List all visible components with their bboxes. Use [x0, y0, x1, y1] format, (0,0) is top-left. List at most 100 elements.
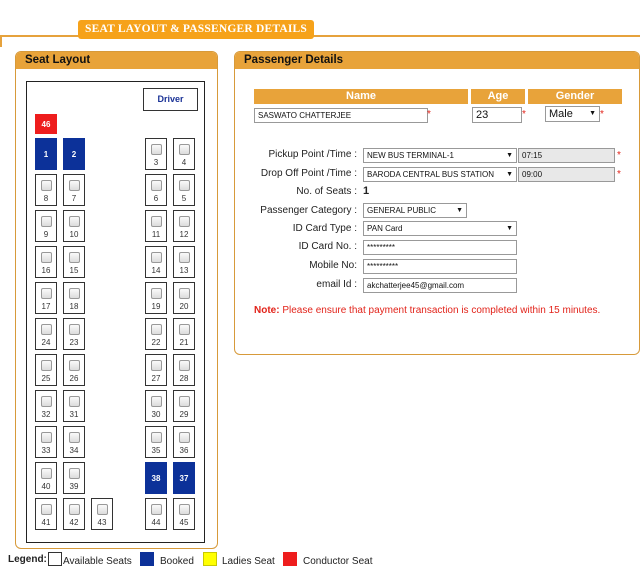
dropoff-point-value: BARODA CENTRAL BUS STATION [367, 170, 494, 179]
seat-32[interactable]: 32 [35, 390, 57, 422]
seat-checkbox[interactable] [40, 396, 52, 407]
seat-checkbox[interactable] [68, 324, 80, 335]
id-card-number-input[interactable]: ********* [363, 240, 517, 255]
seat-checkbox[interactable] [40, 216, 52, 227]
legend-title-text: Legend: [8, 554, 47, 565]
seat-checkbox[interactable] [40, 432, 52, 443]
passenger-category-value: GENERAL PUBLIC [367, 206, 437, 215]
pickup-point-select[interactable]: NEW BUS TERMINAL-1 ▼ [363, 148, 517, 163]
mobile-number-input[interactable]: ********** [363, 259, 517, 274]
seat-33[interactable]: 33 [35, 426, 57, 458]
seat-23[interactable]: 23 [63, 318, 85, 350]
seat-checkbox[interactable] [178, 396, 190, 407]
seat-43[interactable]: 43 [91, 498, 113, 530]
seat-checkbox[interactable] [150, 396, 162, 407]
seat-layout-title: Seat Layout [16, 52, 217, 69]
passenger-category-select[interactable]: GENERAL PUBLIC ▼ [363, 203, 467, 218]
seat-25[interactable]: 25 [35, 354, 57, 386]
seat-7[interactable]: 7 [63, 174, 85, 206]
seat-42[interactable]: 42 [63, 498, 85, 530]
seat-checkbox[interactable] [150, 324, 162, 335]
seat-40[interactable]: 40 [35, 462, 57, 494]
seats-count-value: 1 [363, 185, 370, 197]
seat-checkbox[interactable] [40, 504, 52, 515]
dropoff-label: Drop Off Point /Time : [260, 168, 357, 179]
dropdown-arrow-icon: ▼ [506, 152, 513, 159]
seat-checkbox[interactable] [178, 360, 190, 371]
seat-10[interactable]: 10 [63, 210, 85, 242]
note-prefix: Note: [254, 305, 280, 316]
seat-41[interactable]: 41 [35, 498, 57, 530]
seat-29[interactable]: 29 [173, 390, 195, 422]
id-card-number-label: ID Card No. : [298, 241, 357, 252]
passenger-name-input[interactable]: SASWATO CHATTERJEE [254, 108, 428, 123]
required-mark: * [427, 109, 431, 120]
seat-37: 37 [173, 462, 195, 494]
dropdown-arrow-icon: ▼ [506, 225, 513, 232]
seat-checkbox[interactable] [68, 504, 80, 515]
seat-checkbox[interactable] [96, 504, 108, 515]
seat-44[interactable]: 44 [145, 498, 167, 530]
seat-checkbox[interactable] [40, 324, 52, 335]
seat-checkbox[interactable] [68, 252, 80, 263]
seat-2: 2 [63, 138, 85, 170]
seat-36[interactable]: 36 [173, 426, 195, 458]
column-header-name: Name [254, 89, 468, 104]
seat-15[interactable]: 15 [63, 246, 85, 278]
seat-34[interactable]: 34 [63, 426, 85, 458]
seat-checkbox[interactable] [68, 432, 80, 443]
seat-9[interactable]: 9 [35, 210, 57, 242]
payment-note: Note: Please ensure that payment transac… [254, 304, 614, 317]
dropdown-arrow-icon: ▼ [456, 207, 463, 214]
seats-count-label: No. of Seats : [296, 186, 357, 197]
seat-conductor: 46 [35, 114, 57, 134]
seat-35[interactable]: 35 [145, 426, 167, 458]
seat-checkbox[interactable] [68, 396, 80, 407]
seat-checkbox[interactable] [40, 288, 52, 299]
seat-8[interactable]: 8 [35, 174, 57, 206]
dropoff-time-field: 09:00 [518, 167, 615, 182]
seat-checkbox[interactable] [68, 288, 80, 299]
mobile-number-label: Mobile No: [309, 260, 357, 271]
seat-28[interactable]: 28 [173, 354, 195, 386]
seat-checkbox[interactable] [68, 468, 80, 479]
seat-checkbox[interactable] [40, 180, 52, 191]
seat-16[interactable]: 16 [35, 246, 57, 278]
seat-checkbox[interactable] [40, 360, 52, 371]
seat-checkbox[interactable] [178, 504, 190, 515]
id-card-type-select[interactable]: PAN Card ▼ [363, 221, 517, 236]
seat-26[interactable]: 26 [63, 354, 85, 386]
gender-select[interactable]: Male ▼ [545, 106, 600, 122]
passenger-category-label: Passenger Category : [260, 205, 357, 216]
seat-checkbox[interactable] [40, 252, 52, 263]
seat-22[interactable]: 22 [145, 318, 167, 350]
seat-checkbox[interactable] [40, 468, 52, 479]
seat-39[interactable]: 39 [63, 462, 85, 494]
seat-27[interactable]: 27 [145, 354, 167, 386]
seat-checkbox[interactable] [178, 432, 190, 443]
legend-available-label: Available Seats [63, 556, 132, 567]
seat-38: 38 [145, 462, 167, 494]
seat-checkbox[interactable] [178, 324, 190, 335]
seat-checkbox[interactable] [68, 360, 80, 371]
seat-checkbox[interactable] [68, 216, 80, 227]
seat-30[interactable]: 30 [145, 390, 167, 422]
seat-31[interactable]: 31 [63, 390, 85, 422]
seat-checkbox[interactable] [150, 432, 162, 443]
header-rule-left [0, 35, 2, 47]
seat-18[interactable]: 18 [63, 282, 85, 314]
seat-checkbox[interactable] [150, 504, 162, 515]
seat-checkbox[interactable] [68, 180, 80, 191]
seat-17[interactable]: 17 [35, 282, 57, 314]
seat-24[interactable]: 24 [35, 318, 57, 350]
passenger-age-input[interactable]: 23 [472, 107, 522, 123]
page-title: SEAT LAYOUT & PASSENGER DETAILS [78, 20, 314, 39]
email-input[interactable]: akchatterjee45@gmail.com [363, 278, 517, 293]
seat-checkbox[interactable] [150, 360, 162, 371]
seat-21[interactable]: 21 [173, 318, 195, 350]
dropdown-arrow-icon: ▼ [505, 168, 513, 181]
seat-45[interactable]: 45 [173, 498, 195, 530]
required-mark: * [617, 169, 621, 180]
legend-ladies-label: Ladies Seat [222, 556, 275, 567]
dropoff-point-select[interactable]: BARODA CENTRAL BUS STATION ▼ [363, 167, 517, 182]
